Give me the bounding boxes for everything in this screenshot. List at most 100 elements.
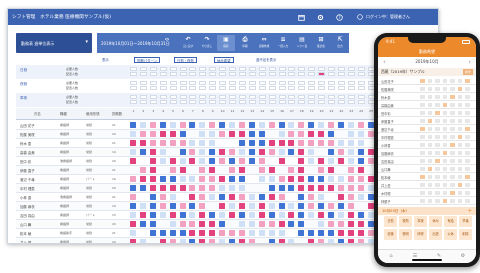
shift-cell[interactable] (219, 149, 226, 155)
phone-day-cell[interactable] (450, 174, 455, 179)
shift-cell[interactable] (159, 185, 166, 191)
shift-cell[interactable] (248, 140, 255, 146)
shift-cell[interactable] (367, 131, 374, 137)
phone-day-cell[interactable] (427, 102, 432, 107)
shift-cell[interactable] (149, 221, 156, 227)
shift-cell[interactable] (199, 122, 206, 128)
shift-cell[interactable] (248, 194, 255, 200)
toolbar-button[interactable]: ↷ やり直し (198, 35, 216, 51)
filter-toggle[interactable]: 勤務パターン (134, 57, 161, 63)
shift-cell[interactable] (219, 239, 226, 243)
shift-cell[interactable] (179, 221, 186, 227)
shift-cell[interactable] (347, 230, 354, 236)
shift-cell[interactable] (258, 158, 265, 164)
phone-day-cell[interactable] (420, 198, 425, 203)
shift-cell[interactable] (268, 149, 275, 155)
phone-day-cell[interactable] (435, 150, 440, 155)
shift-cell[interactable] (149, 149, 156, 155)
user-label[interactable]: ログイン中：管理者さん (366, 14, 410, 20)
shift-cell[interactable] (199, 239, 206, 243)
shift-cell[interactable] (238, 230, 245, 236)
shift-option-button[interactable]: 夜勤 (399, 216, 412, 227)
phone-day-cell[interactable] (465, 78, 470, 83)
month-prev-button[interactable]: ‹ (383, 57, 386, 67)
shift-cell[interactable] (328, 131, 334, 137)
phone-day-cell[interactable] (442, 94, 447, 99)
phone-day-cell[interactable] (465, 182, 470, 187)
toolbar-button[interactable]: ⊞ 集計表 (312, 35, 330, 51)
shift-cell[interactable] (149, 167, 156, 173)
shift-cell[interactable] (139, 140, 146, 146)
shift-cell[interactable] (298, 221, 305, 227)
shift-cell[interactable] (199, 158, 206, 164)
shift-cell[interactable] (238, 185, 245, 191)
shift-cell[interactable] (169, 140, 176, 146)
shift-cell[interactable] (209, 122, 216, 128)
phone-day-cell[interactable] (457, 86, 462, 91)
shift-option-button[interactable]: 削除 (459, 229, 472, 240)
shift-cell[interactable] (308, 140, 315, 146)
shift-cell[interactable] (308, 212, 315, 218)
phone-day-cell[interactable] (427, 158, 432, 163)
home-icon[interactable]: ⌂ (384, 253, 398, 259)
shift-cell[interactable] (308, 230, 315, 236)
phone-day-cell[interactable] (435, 158, 440, 163)
phone-day-cell[interactable] (465, 126, 470, 131)
shift-option-button[interactable]: 日勤 (384, 216, 397, 227)
shift-cell[interactable] (347, 140, 354, 146)
shift-cell[interactable] (298, 212, 305, 218)
shift-cell[interactable] (357, 230, 364, 236)
filter-toggle[interactable]: 日勤・夜勤 (174, 57, 197, 63)
filter-toggle[interactable]: 休み希望 (214, 57, 234, 63)
shift-cell[interactable] (367, 230, 374, 236)
phone-day-cell[interactable] (457, 126, 462, 131)
shift-cell[interactable] (347, 131, 354, 137)
phone-day-cell[interactable] (420, 134, 425, 139)
shift-cell[interactable] (288, 185, 295, 191)
phone-day-cell[interactable] (442, 78, 447, 83)
shift-cell[interactable] (318, 140, 325, 146)
shift-cell[interactable] (169, 122, 176, 128)
phone-day-cell[interactable] (435, 126, 440, 131)
shift-cell[interactable] (298, 167, 305, 173)
shift-cell[interactable] (130, 194, 136, 200)
shift-cell[interactable] (179, 140, 186, 146)
shift-cell[interactable] (130, 212, 136, 218)
shift-cell[interactable] (238, 149, 245, 155)
shift-cell[interactable] (199, 131, 206, 137)
phone-day-cell[interactable] (435, 118, 440, 123)
shift-cell[interactable] (219, 158, 226, 164)
shift-cell[interactable] (347, 194, 354, 200)
phone-day-cell[interactable] (465, 166, 470, 171)
phone-day-cell[interactable] (450, 182, 455, 187)
shift-cell[interactable] (278, 185, 285, 191)
phone-day-cell[interactable] (450, 150, 455, 155)
phone-list-item[interactable]: 田中彩 (378, 109, 476, 117)
shift-cell[interactable] (169, 203, 176, 209)
shift-cell[interactable] (367, 194, 374, 200)
shift-cell[interactable] (248, 122, 255, 128)
shift-option-button[interactable]: 出張 (429, 229, 442, 240)
phone-day-cell[interactable] (420, 94, 425, 99)
shift-cell[interactable] (367, 176, 374, 182)
shift-cell[interactable] (288, 176, 295, 182)
shift-cell[interactable] (278, 221, 285, 227)
phone-day-cell[interactable] (465, 94, 470, 99)
phone-day-cell[interactable] (427, 174, 432, 179)
phone-day-cell[interactable] (450, 110, 455, 115)
shift-cell[interactable] (159, 239, 166, 243)
user-icon[interactable] (355, 12, 365, 22)
shift-cell[interactable] (357, 221, 364, 227)
phone-list-item[interactable]: 山田花子 (378, 77, 476, 85)
shift-cell[interactable] (159, 212, 166, 218)
phone-day-cell[interactable] (420, 190, 425, 195)
shift-cell[interactable] (337, 185, 344, 191)
shift-cell[interactable] (139, 221, 146, 227)
filter-toggle[interactable]: 表示 (100, 57, 111, 63)
phone-day-cell[interactable] (420, 110, 425, 115)
shift-cell[interactable] (229, 230, 235, 236)
shift-cell[interactable] (209, 167, 216, 173)
shift-cell[interactable] (357, 176, 364, 182)
shift-cell[interactable] (209, 221, 216, 227)
shift-cell[interactable] (189, 194, 196, 200)
